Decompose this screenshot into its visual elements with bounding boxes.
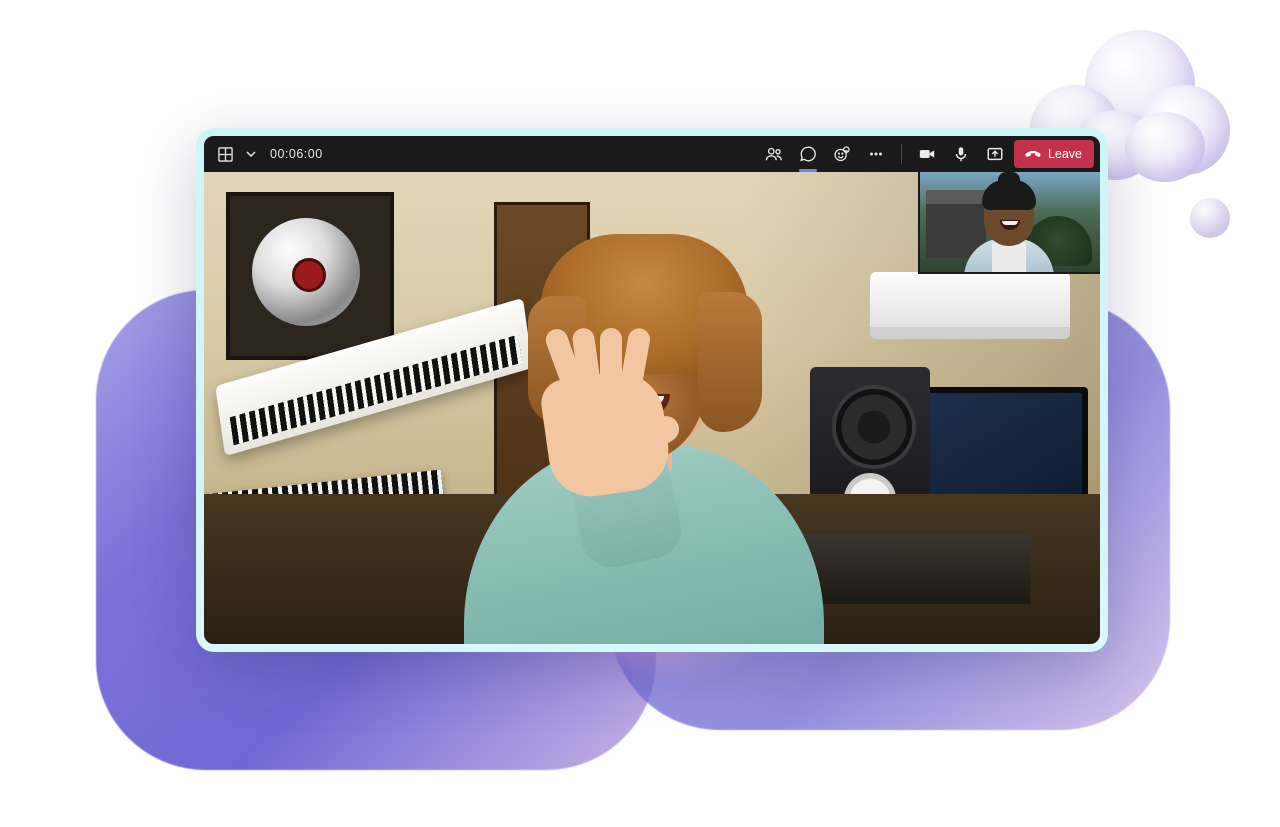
microphone-icon [952, 145, 970, 163]
more-icon [867, 145, 885, 163]
call-window-frame: 00:06:00 [196, 128, 1108, 652]
self-view-video[interactable] [918, 172, 1100, 274]
phone-hangup-icon [1024, 145, 1042, 163]
leave-button[interactable]: Leave [1014, 140, 1094, 168]
people-icon [765, 145, 783, 163]
video-stage [204, 172, 1100, 644]
people-button[interactable] [759, 140, 789, 168]
reactions-icon [833, 145, 851, 163]
leave-label: Leave [1048, 147, 1082, 161]
call-timer: 00:06:00 [262, 147, 331, 161]
camera-button[interactable] [912, 140, 942, 168]
mic-button[interactable] [946, 140, 976, 168]
chat-icon [799, 145, 817, 163]
share-screen-icon [986, 145, 1004, 163]
more-button[interactable] [861, 140, 891, 168]
grid-layout-icon [218, 147, 233, 162]
toolbar-separator [901, 144, 902, 164]
call-window: 00:06:00 [204, 136, 1100, 644]
call-toolbar: 00:06:00 [204, 136, 1100, 172]
layout-button[interactable] [210, 140, 240, 168]
layout-dropdown[interactable] [244, 140, 258, 168]
reactions-button[interactable] [827, 140, 857, 168]
camera-icon [918, 145, 936, 163]
chat-button[interactable] [793, 140, 823, 168]
share-button[interactable] [980, 140, 1010, 168]
chevron-down-icon [246, 149, 256, 159]
